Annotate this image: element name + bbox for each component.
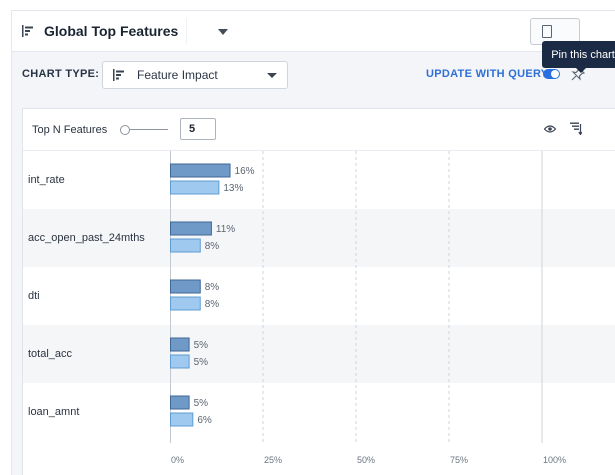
chevron-down-icon [267,73,277,78]
chart-type-row: CHART TYPE: Feature Impact UPDATE WITH Q… [12,53,615,97]
bar-chart-icon [22,25,33,37]
x-tick-label: 50% [357,455,376,465]
sort-icon[interactable] [570,122,582,135]
panel-header: Global Top Features [12,11,615,52]
chart-type-select[interactable]: Feature Impact [102,61,288,89]
x-tick-label: 25% [264,455,283,465]
x-tick-label: 0% [171,455,185,465]
chart-type-label: CHART TYPE: [22,68,100,80]
top-n-slider[interactable] [120,125,168,135]
view-title: Global Top Features [44,23,179,39]
feature-row: int_rate [23,151,615,209]
feature-label: int_rate [28,174,65,186]
document-icon [542,25,552,38]
x-tick-label: 75% [450,455,469,465]
toggle-knob [551,70,559,78]
feature-label: dti [28,290,40,302]
slider-thumb[interactable] [120,125,130,135]
view-selector[interactable]: Global Top Features [12,18,187,44]
top-n-input[interactable]: 5 [180,118,216,140]
pin-tooltip: Pin this chart [542,41,615,73]
feature-row: dti [23,267,615,325]
feature-label: acc_open_past_24mths [28,232,145,244]
feature-row: total_acc [23,325,615,383]
update-with-query-toggle[interactable] [543,69,560,79]
chart-card: Top N Features 5 int_rate acc_open_past_2… [22,108,615,475]
x-axis: 0% 25% 50% 75% 100% [170,443,615,475]
bar-chart-icon [113,69,124,81]
eye-icon[interactable] [544,124,556,134]
feature-label: loan_amnt [28,406,80,418]
feature-panel: Global Top Features Pin this chart CHART… [11,10,615,475]
chart-toolbar: Top N Features 5 [23,109,615,151]
feature-row: acc_open_past_24mths [23,209,615,267]
chart-type-value: Feature Impact [137,68,218,82]
feature-label: total_acc [28,348,73,360]
update-with-query-label: UPDATE WITH QUERY [426,68,549,80]
feature-row: loan_amnt [23,383,615,441]
x-tick-label: 100% [543,455,567,465]
chevron-down-icon[interactable] [218,29,228,35]
top-n-label: Top N Features [32,124,108,136]
feature-rows: int_rate acc_open_past_24mthsdti total_acc… [23,151,615,441]
